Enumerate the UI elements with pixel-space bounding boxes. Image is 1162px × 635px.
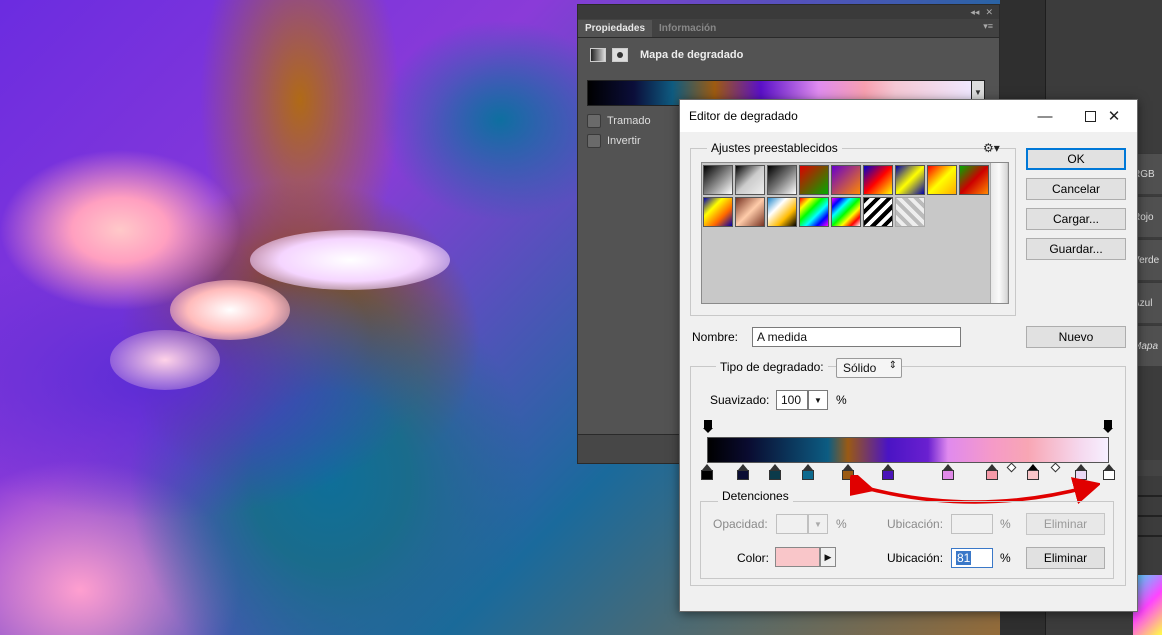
reverse-checkbox[interactable]: Invertir (587, 134, 641, 148)
preset-swatch[interactable] (831, 197, 861, 227)
color-stop[interactable] (1103, 464, 1115, 480)
gradient-type-label: Tipo de degradado: (716, 360, 828, 374)
preset-swatch[interactable] (927, 165, 957, 195)
cloud-highlight (170, 280, 290, 340)
load-button[interactable]: Cargar... (1026, 208, 1126, 230)
opacity-percent: % (836, 517, 847, 531)
tab-properties[interactable]: Propiedades (578, 20, 653, 37)
panel-menu-icon[interactable]: ▾≡ (983, 21, 993, 32)
color-location-label: Ubicación: (887, 551, 944, 565)
dialog-titlebar[interactable]: Editor de degradado — ✕ (680, 100, 1137, 132)
preset-swatch[interactable] (959, 165, 989, 195)
mask-icon[interactable] (612, 48, 628, 62)
ok-button[interactable]: OK (1026, 148, 1126, 170)
panel-top-bar: ◂◂ ✕ (578, 5, 999, 19)
new-button[interactable]: Nuevo (1026, 326, 1126, 348)
presets-scrollbar[interactable] (990, 163, 1007, 303)
preset-swatch[interactable] (703, 197, 733, 227)
minimize-icon[interactable]: — (1023, 100, 1067, 132)
preset-swatch[interactable] (831, 165, 861, 195)
presets-label: Ajustes preestablecidos (707, 141, 842, 155)
checkbox-box[interactable] (587, 114, 601, 128)
opacity-dropdown-icon[interactable]: ▼ (808, 514, 828, 534)
close-icon[interactable]: ✕ (1091, 100, 1137, 132)
gradient-bar[interactable] (707, 437, 1109, 463)
name-input[interactable]: A medida (752, 327, 961, 347)
presets-grid (701, 162, 1009, 304)
preset-swatch[interactable] (863, 197, 893, 227)
updown-icon: ⇕ (888, 360, 897, 371)
gradient-type-select[interactable]: Sólido ⇕ (836, 358, 902, 378)
panel-tabs: Propiedades Información ▾≡ (578, 19, 999, 38)
select-value: Sólido (843, 361, 877, 375)
gear-icon[interactable]: ⚙▾ (983, 141, 1000, 155)
dither-checkbox[interactable]: Tramado (587, 114, 651, 128)
color-stop[interactable] (769, 464, 782, 480)
opacity-stop[interactable] (703, 420, 713, 434)
opacity-stop[interactable] (1103, 420, 1113, 434)
smoothness-dropdown-icon[interactable]: ▼ (808, 390, 828, 410)
color-menu-arrow-icon[interactable]: ▶ (820, 547, 836, 567)
color-stop[interactable] (737, 464, 750, 480)
cloud-highlight (250, 230, 450, 290)
smoothness-input[interactable]: 100 (776, 390, 808, 410)
preset-swatch[interactable] (735, 165, 765, 195)
dialog-title: Editor de degradado (689, 109, 798, 123)
cancel-button[interactable]: Cancelar (1026, 178, 1126, 200)
gradient-editor-dialog: Editor de degradado — ✕ Ajustes preestab… (679, 99, 1138, 612)
adjustment-title: Mapa de degradado (640, 49, 744, 61)
save-button[interactable]: Guardar... (1026, 238, 1126, 260)
preset-swatch[interactable] (799, 197, 829, 227)
color-label: Color: (737, 551, 770, 565)
location-selected-text: 81 (956, 551, 972, 565)
preset-swatch[interactable] (799, 165, 829, 195)
checkbox-box[interactable] (587, 134, 601, 148)
color-swatch[interactable] (775, 547, 820, 567)
adjustment-header: Mapa de degradado (578, 38, 999, 72)
gradient-map-icon[interactable] (590, 48, 606, 62)
cloud-highlight (110, 330, 220, 390)
preset-swatch[interactable] (735, 197, 765, 227)
opacity-location-input[interactable] (951, 514, 993, 534)
preset-swatch[interactable] (895, 197, 925, 227)
opacity-input[interactable] (776, 514, 808, 534)
preset-swatch[interactable] (767, 165, 797, 195)
delete-opacity-button[interactable]: Eliminar (1026, 513, 1105, 535)
smoothness-label: Suavizado: (710, 393, 770, 407)
opacity-label: Opacidad: (713, 517, 768, 531)
preset-swatch[interactable] (703, 165, 733, 195)
preset-swatch[interactable] (863, 165, 893, 195)
preset-swatch[interactable] (895, 165, 925, 195)
color-location-input[interactable]: 81 (951, 548, 993, 568)
smoothness-percent: % (836, 393, 847, 407)
color-stop[interactable] (701, 464, 713, 480)
color-location-percent: % (1000, 551, 1011, 565)
checkbox-label: Invertir (607, 135, 641, 147)
tab-info[interactable]: Información (652, 20, 723, 37)
close-panel-icon[interactable]: ✕ (985, 7, 993, 18)
delete-color-button[interactable]: Eliminar (1026, 547, 1105, 569)
stops-label: Detenciones (718, 489, 793, 503)
name-label: Nombre: (692, 330, 739, 344)
collapse-icon[interactable]: ◂◂ (970, 7, 979, 18)
checkbox-label: Tramado (607, 115, 651, 127)
opacity-location-label: Ubicación: (887, 517, 944, 531)
preset-swatch[interactable] (767, 197, 797, 227)
opacity-location-percent: % (1000, 517, 1011, 531)
color-stop[interactable] (801, 464, 814, 480)
